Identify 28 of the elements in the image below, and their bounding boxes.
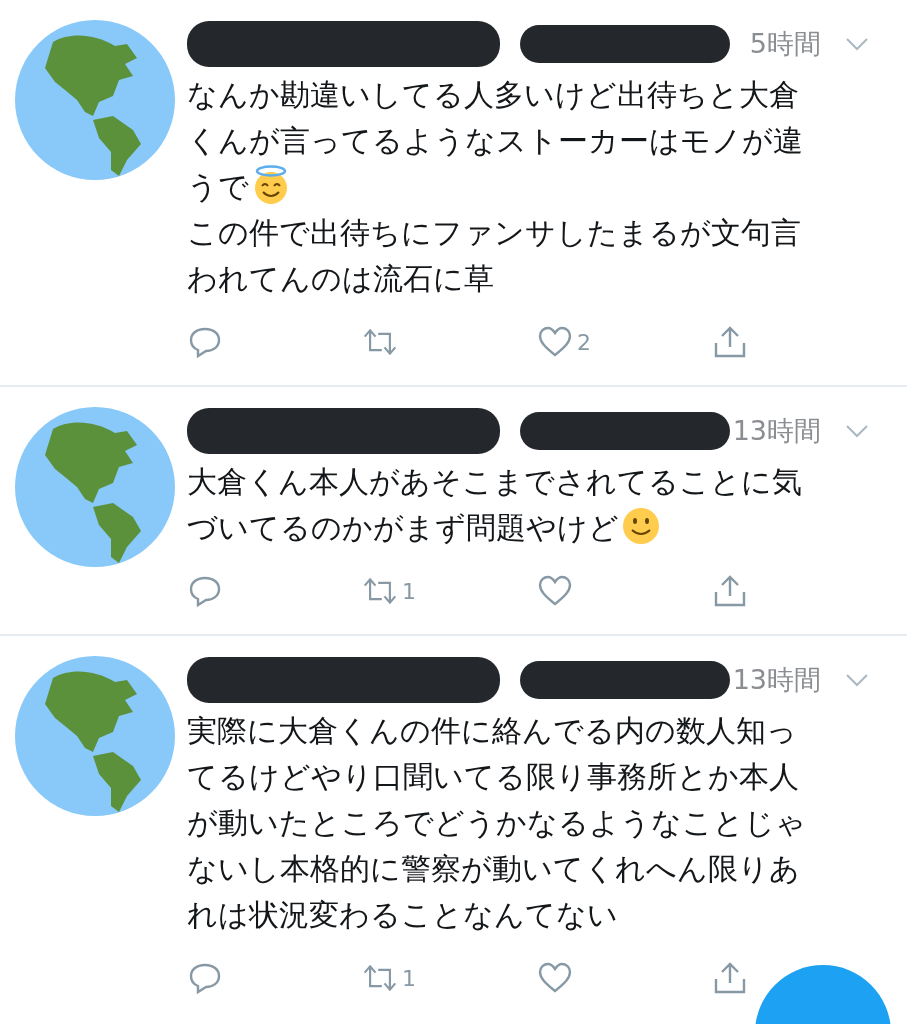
heart-icon[interactable] [537,961,573,995]
tweet-text: なんか勘違いしてる人多いけど出待ちと大倉 くんが言ってるようなストーカーはモノが違 [187,77,803,158]
like-count: 2 [577,329,591,355]
tweet-time: 13時間 [732,663,821,697]
chevron-down-icon[interactable] [845,673,869,687]
tweet-time: 13時間 [732,414,821,448]
heart-icon[interactable] [537,325,573,359]
share-icon[interactable] [712,574,748,608]
tweet-time: 5時間 [749,27,821,61]
chevron-down-icon[interactable] [845,424,869,438]
share-icon[interactable] [712,325,748,359]
reply-icon[interactable] [187,961,223,995]
tweet-text: うで [187,169,249,204]
reply-icon[interactable] [187,574,223,608]
retweet-count: 1 [402,578,416,604]
chevron-down-icon[interactable] [845,37,869,51]
retweet-count: 1 [402,965,416,991]
globe-avatar[interactable] [15,407,175,567]
globe-avatar[interactable] [15,656,175,816]
reply-icon[interactable] [187,325,223,359]
globe-avatar[interactable] [15,20,175,180]
tweet-text: 大倉くん本人があそこまでされてることに気 [187,464,802,499]
tweet-text: づいてるのかがまず問題やけど [187,510,619,545]
smiley-icon [621,506,661,546]
share-icon[interactable] [712,961,748,995]
tweet-text: 実際に大倉くんの件に絡んでる内の数人知っ てるけどやり口聞いてる限り事務所とか本人 が動いたところでどうかなるようなことじゃ ないし本格的に警察が動いてくれへん限りあ れは状況変わることなんてない [187,713,806,932]
heart-icon[interactable] [537,574,573,608]
tweet-text: この件で出待ちにファンサしたまるが文句言 われてんのは流石に草 [187,215,801,296]
